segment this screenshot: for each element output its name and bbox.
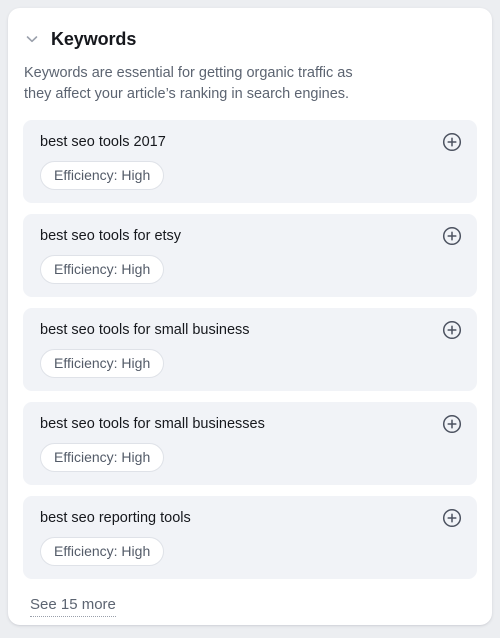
page-title: Keywords	[51, 29, 137, 49]
chevron-down-icon[interactable]	[24, 31, 40, 47]
status-badge: Efficiency: High	[40, 537, 165, 566]
keyword-text: best seo tools for small business	[40, 322, 250, 338]
list-item[interactable]: best seo tools for small businesses Effi…	[23, 402, 477, 485]
status-badge: Efficiency: High	[40, 255, 165, 284]
plus-circle-icon	[441, 225, 463, 247]
keyword-list: best seo tools 2017 Efficiency: High bes…	[8, 120, 492, 579]
status-badge: Efficiency: High	[40, 349, 165, 378]
plus-circle-icon	[441, 131, 463, 153]
plus-circle-icon	[441, 413, 463, 435]
list-item[interactable]: best seo tools for small business Effici…	[23, 308, 477, 391]
keyword-text: best seo reporting tools	[40, 510, 191, 526]
keyword-text: best seo tools for small businesses	[40, 416, 265, 432]
add-keyword-button[interactable]	[441, 319, 463, 341]
list-item[interactable]: best seo tools 2017 Efficiency: High	[23, 120, 477, 203]
add-keyword-button[interactable]	[441, 225, 463, 247]
see-more-link[interactable]: See 15 more	[30, 595, 116, 617]
status-badge: Efficiency: High	[40, 161, 165, 190]
add-keyword-button[interactable]	[441, 131, 463, 153]
keywords-section-header[interactable]: Keywords	[8, 8, 492, 50]
keywords-panel: Keywords Keywords are essential for gett…	[8, 8, 492, 625]
section-description: Keywords are essential for getting organ…	[24, 65, 353, 102]
add-keyword-button[interactable]	[441, 507, 463, 529]
keyword-text: best seo tools for etsy	[40, 228, 182, 244]
keyword-text: best seo tools 2017	[40, 134, 166, 150]
plus-circle-icon	[441, 507, 463, 529]
list-item[interactable]: best seo reporting tools Efficiency: Hig…	[23, 496, 477, 579]
list-item[interactable]: best seo tools for etsy Efficiency: High	[23, 214, 477, 297]
plus-circle-icon	[441, 319, 463, 341]
add-keyword-button[interactable]	[441, 413, 463, 435]
status-badge: Efficiency: High	[40, 443, 165, 472]
